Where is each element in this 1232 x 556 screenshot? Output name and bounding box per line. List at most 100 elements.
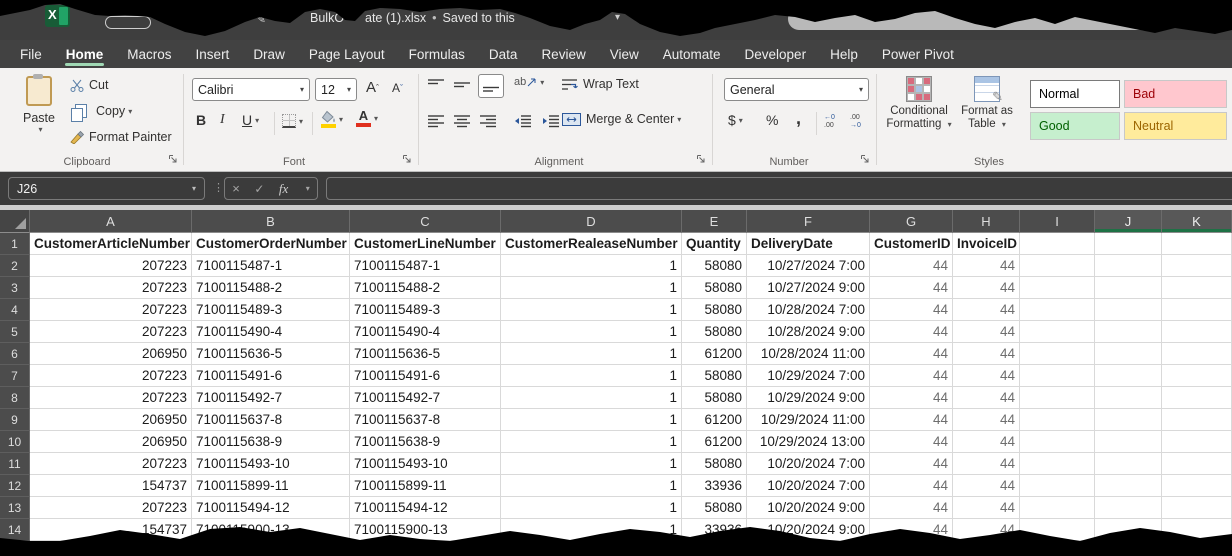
cut-button[interactable]: Cut [70,78,108,92]
row-header-10[interactable]: 10 [0,431,30,453]
copy-button[interactable]: Copy ▾ [70,104,132,118]
cell-K13[interactable] [1162,497,1232,519]
cell-E9[interactable]: 61200 [682,409,747,431]
cell-D14[interactable]: 1 [501,519,682,541]
cell-H2[interactable]: 44 [953,255,1020,277]
tab-page-layout[interactable]: Page Layout [297,40,397,68]
cell-B6[interactable]: 7100115636-5 [192,343,350,365]
cell-A9[interactable]: 206950 [30,409,192,431]
cell-C14[interactable]: 7100115900-13 [350,519,501,541]
cell-D9[interactable]: 1 [501,409,682,431]
cell-J8[interactable] [1095,387,1162,409]
align-left-button[interactable] [428,114,444,128]
formula-input[interactable] [326,177,1232,200]
cell-F5[interactable]: 10/28/2024 9:00 [747,321,870,343]
cell-H14[interactable]: 44 [953,519,1020,541]
cell-K9[interactable] [1162,409,1232,431]
cell-H1[interactable]: InvoiceID [953,233,1020,255]
cell-C12[interactable]: 7100115899-11 [350,475,501,497]
cell-H5[interactable]: 44 [953,321,1020,343]
cell-D7[interactable]: 1 [501,365,682,387]
col-header-B[interactable]: B [192,210,350,233]
cell-I11[interactable] [1020,453,1095,475]
merge-center-button[interactable]: Merge & Center ▾ [562,112,681,126]
cell-J5[interactable] [1095,321,1162,343]
cell-K12[interactable] [1162,475,1232,497]
tab-file[interactable]: File [8,40,54,68]
cell-E12[interactable]: 33936 [682,475,747,497]
cell-E7[interactable]: 58080 [682,365,747,387]
cell-E6[interactable]: 61200 [682,343,747,365]
font-name-select[interactable]: Calibri▾ [192,78,310,101]
font-size-select[interactable]: 12▾ [315,78,357,101]
cell-C9[interactable]: 7100115637-8 [350,409,501,431]
tab-home[interactable]: Home [54,40,116,68]
cell-C6[interactable]: 7100115636-5 [350,343,501,365]
cell-E13[interactable]: 58080 [682,497,747,519]
cell-A12[interactable]: 154737 [30,475,192,497]
bold-button[interactable]: B [196,112,206,128]
cell-C11[interactable]: 7100115493-10 [350,453,501,475]
autosave-toggle[interactable] [105,16,151,29]
cell-E8[interactable]: 58080 [682,387,747,409]
cell-K2[interactable] [1162,255,1232,277]
row-header-4[interactable]: 4 [0,299,30,321]
cell-D10[interactable]: 1 [501,431,682,453]
cell-F7[interactable]: 10/29/2024 7:00 [747,365,870,387]
align-center-button[interactable] [454,114,470,128]
align-top-button[interactable] [428,78,444,92]
row-header-7[interactable]: 7 [0,365,30,387]
cell-G7[interactable]: 44 [870,365,953,387]
style-bad[interactable]: Bad [1124,80,1227,108]
orientation-button[interactable]: ab▾ [514,76,544,88]
cell-C4[interactable]: 7100115489-3 [350,299,501,321]
tab-power-pivot[interactable]: Power Pivot [870,40,966,68]
cell-G4[interactable]: 44 [870,299,953,321]
cell-G8[interactable]: 44 [870,387,953,409]
cell-K1[interactable] [1162,233,1232,255]
cell-K7[interactable] [1162,365,1232,387]
enter-button[interactable]: ✓ [254,182,264,196]
cell-J10[interactable] [1095,431,1162,453]
cell-J3[interactable] [1095,277,1162,299]
tab-review[interactable]: Review [529,40,597,68]
cell-G11[interactable]: 44 [870,453,953,475]
cell-I4[interactable] [1020,299,1095,321]
tab-macros[interactable]: Macros [115,40,183,68]
cell-I5[interactable] [1020,321,1095,343]
cell-F4[interactable]: 10/28/2024 7:00 [747,299,870,321]
cell-D2[interactable]: 1 [501,255,682,277]
cell-B14[interactable]: 7100115900-13 [192,519,350,541]
cell-K14[interactable] [1162,519,1232,541]
cell-K4[interactable] [1162,299,1232,321]
align-middle-button[interactable] [454,78,470,92]
cell-I13[interactable] [1020,497,1095,519]
cell-B4[interactable]: 7100115489-3 [192,299,350,321]
cell-H7[interactable]: 44 [953,365,1020,387]
cell-E14[interactable]: 33936 [682,519,747,541]
cell-F8[interactable]: 10/29/2024 9:00 [747,387,870,409]
search-box[interactable] [788,8,1148,30]
cell-F1[interactable]: DeliveryDate [747,233,870,255]
italic-button[interactable]: I [220,112,225,128]
cell-F12[interactable]: 10/20/2024 7:00 [747,475,870,497]
increase-font-button[interactable]: Aˆ [366,79,379,96]
cell-E4[interactable]: 58080 [682,299,747,321]
cell-A7[interactable]: 207223 [30,365,192,387]
cell-H3[interactable]: 44 [953,277,1020,299]
cell-A4[interactable]: 207223 [30,299,192,321]
tab-view[interactable]: View [598,40,651,68]
cell-F2[interactable]: 10/27/2024 7:00 [747,255,870,277]
cell-K11[interactable] [1162,453,1232,475]
tab-developer[interactable]: Developer [733,40,819,68]
cell-B5[interactable]: 7100115490-4 [192,321,350,343]
col-header-C[interactable]: C [350,210,501,233]
cell-C13[interactable]: 7100115494-12 [350,497,501,519]
cell-H12[interactable]: 44 [953,475,1020,497]
tab-formulas[interactable]: Formulas [397,40,477,68]
cell-G12[interactable]: 44 [870,475,953,497]
cell-G13[interactable]: 44 [870,497,953,519]
cell-I10[interactable] [1020,431,1095,453]
alignment-dialog-launcher[interactable] [696,153,706,167]
cell-B9[interactable]: 7100115637-8 [192,409,350,431]
